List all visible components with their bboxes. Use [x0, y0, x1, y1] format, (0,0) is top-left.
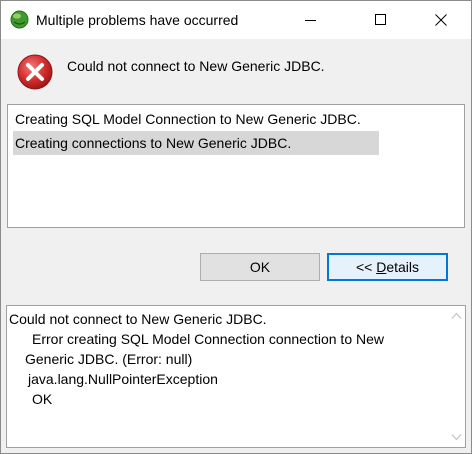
details-line: OK — [32, 391, 53, 407]
scroll-down-arrow-icon[interactable] — [451, 433, 462, 441]
minimize-button[interactable] — [288, 1, 334, 39]
title-bar[interactable]: Multiple problems have occurred — [1, 1, 471, 39]
maximize-icon — [375, 14, 386, 25]
list-item-selected[interactable]: Creating connections to New Generic JDBC… — [13, 131, 379, 155]
details-line: Error creating SQL Model Connection conn… — [32, 331, 384, 347]
details-line: Could not connect to New Generic JDBC. — [9, 311, 267, 327]
problems-list[interactable]: Creating SQL Model Connection to New Gen… — [7, 104, 465, 228]
vertical-scrollbar[interactable] — [448, 306, 465, 447]
close-icon — [435, 14, 447, 26]
details-text-area[interactable]: Could not connect to New Generic JDBC. E… — [6, 305, 466, 448]
scroll-up-arrow-icon[interactable] — [451, 312, 462, 320]
details-line: java.lang.NullPointerException — [28, 371, 218, 387]
list-item[interactable]: Creating SQL Model Connection to New Gen… — [13, 107, 361, 131]
ok-button[interactable]: OK — [200, 253, 320, 281]
details-rest: etails — [386, 259, 420, 275]
details-mnemonic: D — [376, 259, 387, 275]
error-icon — [17, 54, 53, 90]
minimize-icon — [305, 20, 316, 21]
dialog-window: Multiple problems have occurred Could no… — [0, 0, 472, 454]
window-title: Multiple problems have occurred — [36, 12, 239, 28]
close-button[interactable] — [418, 1, 464, 39]
error-message: Could not connect to New Generic JDBC. — [67, 58, 325, 74]
details-button[interactable]: << Details — [327, 253, 448, 281]
eclipse-app-icon — [10, 10, 29, 29]
details-line: Generic JDBC. (Error: null) — [25, 351, 193, 367]
maximize-button[interactable] — [358, 1, 404, 39]
details-prefix: << — [355, 259, 377, 275]
